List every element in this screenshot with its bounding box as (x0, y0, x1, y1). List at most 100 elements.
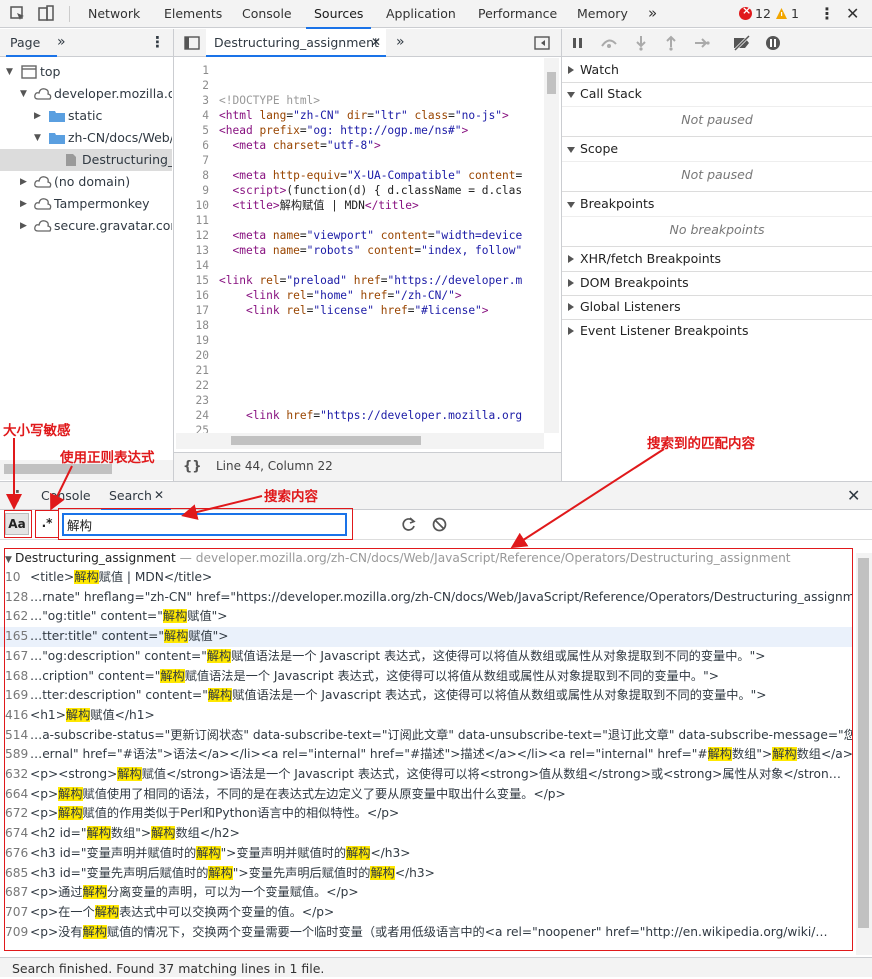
expanded-arrow-icon[interactable]: ▼ (6, 61, 13, 83)
line-number[interactable]: 9 (175, 183, 209, 198)
line-number[interactable]: 19 (175, 333, 209, 348)
editor-horizontal-scrollbar[interactable] (176, 433, 544, 449)
expanded-arrow-icon[interactable]: ▼ (20, 83, 27, 105)
inspect-element-icon[interactable] (9, 5, 27, 23)
line-number[interactable]: 1 (175, 63, 209, 78)
toggle-debugger-icon[interactable] (534, 36, 550, 50)
line-number[interactable]: 18 (175, 318, 209, 333)
section-header[interactable]: Global Listeners (562, 295, 872, 319)
tree-item-label: zh-CN/docs/Web/ (68, 130, 172, 145)
tab-application[interactable]: Application (386, 0, 456, 28)
error-count[interactable]: 12 (755, 0, 771, 28)
collapsed-arrow-icon[interactable]: ▶ (20, 215, 27, 237)
line-number[interactable]: 13 (175, 243, 209, 258)
line-number[interactable]: 2 (175, 78, 209, 93)
section-header[interactable]: XHR/fetch Breakpoints (562, 247, 872, 271)
line-number[interactable]: 10 (175, 198, 209, 213)
line-number[interactable]: 6 (175, 138, 209, 153)
section-header[interactable]: Call Stack (562, 82, 872, 106)
section-placeholder: Not paused (562, 106, 872, 136)
tab-console[interactable]: Console (41, 482, 91, 509)
tab-page[interactable]: Page (10, 29, 40, 57)
tab-memory[interactable]: Memory (577, 0, 628, 28)
file-tab[interactable]: Destructuring_assignment ✕ (206, 29, 386, 57)
line-number[interactable]: 5 (175, 123, 209, 138)
line-number[interactable]: 24 (175, 408, 209, 423)
tree-item[interactable]: ▶ secure.gravatar.com (0, 215, 172, 237)
close-devtools-icon[interactable]: ✕ (846, 0, 859, 28)
navigator-header: Page » ⋮ (0, 29, 173, 57)
line-number[interactable]: 11 (175, 213, 209, 228)
device-toolbar-icon[interactable] (37, 5, 55, 23)
tree-item[interactable]: ▶ Tampermonkey (0, 193, 172, 215)
tree-item[interactable]: ▼ zh-CN/docs/Web/ (0, 127, 172, 149)
section-header[interactable]: Scope (562, 137, 872, 161)
tab-sources[interactable]: Sources (305, 0, 372, 29)
collapsed-arrow-icon[interactable]: ▶ (34, 105, 41, 127)
code-editor[interactable]: 1 2 3 <!DOCTYPE html> 4 <html lang="zh-CN" di… (175, 58, 545, 453)
line-number[interactable]: 4 (175, 108, 209, 123)
tab-console[interactable]: Console (242, 0, 292, 28)
code-line: <title>解构赋值 | MDN</title> (232, 199, 419, 212)
line-number[interactable]: 8 (175, 168, 209, 183)
pause-on-exceptions-icon[interactable] (765, 35, 781, 51)
section-header[interactable]: DOM Breakpoints (562, 271, 872, 295)
cloud-icon (34, 88, 52, 100)
tree-item-label: top (40, 64, 61, 79)
pretty-print-icon[interactable]: {} (183, 453, 202, 480)
line-number[interactable]: 7 (175, 153, 209, 168)
editor-vertical-scrollbar[interactable] (544, 58, 559, 433)
collapsed-arrow-icon[interactable]: ▶ (20, 171, 27, 193)
step-over-icon[interactable] (600, 36, 618, 48)
section-xhr-fetch-breakpoints: XHR/fetch Breakpoints (562, 247, 872, 272)
warning-icon (776, 8, 787, 19)
collapsed-arrow-icon[interactable]: ▶ (20, 193, 27, 215)
tab-network[interactable]: Network (88, 0, 140, 28)
frame-icon (21, 65, 37, 79)
line-number[interactable]: 23 (175, 393, 209, 408)
step-into-icon[interactable] (636, 35, 646, 51)
section-dom-breakpoints: DOM Breakpoints (562, 271, 872, 296)
close-drawer-icon[interactable]: ✕ (847, 482, 860, 509)
warning-count[interactable]: 1 (791, 0, 799, 28)
section-header[interactable]: Watch (562, 58, 872, 82)
pause-icon[interactable] (572, 37, 584, 49)
editor-more-button[interactable]: » (396, 29, 405, 56)
tree-item[interactable]: ▶ (no domain) (0, 171, 172, 193)
line-number[interactable]: 17 (175, 303, 209, 318)
refresh-icon[interactable] (401, 517, 416, 532)
tree-item[interactable]: ▶ static (0, 105, 172, 127)
tab-performance[interactable]: Performance (478, 0, 557, 28)
toggle-navigator-icon[interactable] (184, 36, 200, 50)
step-icon[interactable] (694, 37, 710, 49)
tab-search[interactable]: Search (109, 482, 152, 509)
tree-item[interactable]: ▼ top (0, 61, 172, 83)
tab-elements[interactable]: Elements (164, 0, 222, 28)
line-number[interactable]: 12 (175, 228, 209, 243)
more-tabs-button[interactable]: » (648, 0, 657, 28)
close-search-tab-icon[interactable]: ✕ (154, 482, 164, 509)
drawer-menu-icon[interactable]: ⋮ (10, 484, 25, 508)
line-number[interactable]: 14 (175, 258, 209, 273)
navigator-more-button[interactable]: » (57, 29, 66, 56)
line-number[interactable]: 20 (175, 348, 209, 363)
tree-item-label: developer.mozilla.org (54, 86, 172, 101)
expanded-arrow-icon[interactable]: ▼ (34, 127, 41, 149)
close-tab-icon[interactable]: ✕ (371, 29, 381, 56)
line-number[interactable]: 15 (175, 273, 209, 288)
navigator-menu-icon[interactable]: ⋮ (150, 29, 165, 56)
line-number[interactable]: 16 (175, 288, 209, 303)
line-number[interactable]: 21 (175, 363, 209, 378)
step-out-icon[interactable] (666, 35, 676, 51)
clear-icon[interactable] (432, 517, 447, 532)
tree-item[interactable]: Destructuring_assignment (0, 149, 172, 171)
section-header[interactable]: Event Listener Breakpoints (562, 319, 872, 343)
customize-menu-icon[interactable]: ⋮ (819, 0, 835, 28)
section-header[interactable]: Breakpoints (562, 192, 872, 216)
line-number[interactable]: 22 (175, 378, 209, 393)
folder-icon (49, 133, 65, 144)
tree-item[interactable]: ▼ developer.mozilla.org (0, 83, 172, 105)
line-number[interactable]: 3 (175, 93, 209, 108)
results-scrollbar[interactable] (856, 553, 872, 955)
deactivate-breakpoints-icon[interactable] (732, 35, 752, 51)
